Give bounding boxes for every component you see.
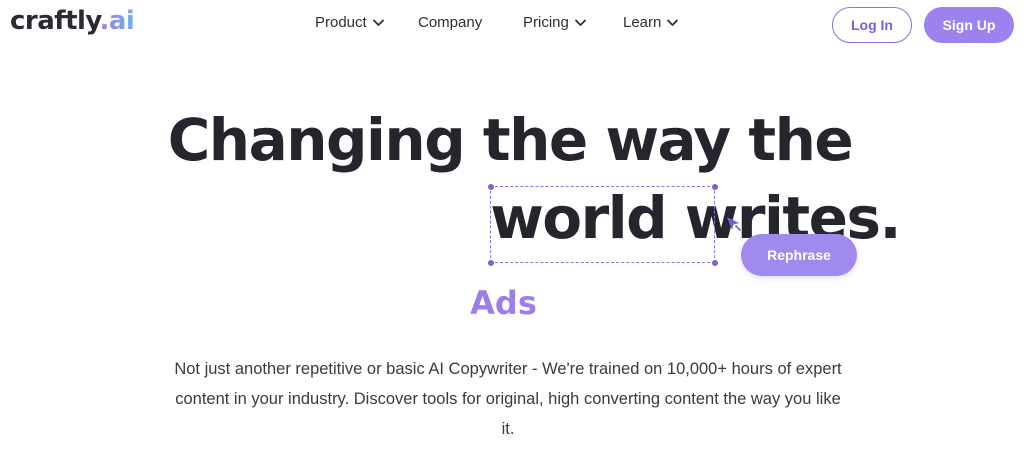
signup-button[interactable]: Sign Up bbox=[924, 7, 1014, 43]
nav-item-label: Product bbox=[315, 14, 367, 31]
nav-item-learn[interactable]: Learn bbox=[623, 14, 679, 31]
nav-item-company[interactable]: Company bbox=[418, 14, 482, 31]
selection-handle bbox=[487, 259, 494, 266]
selection-handle bbox=[711, 259, 718, 266]
chevron-down-icon bbox=[667, 19, 679, 26]
selection-handle bbox=[487, 183, 494, 190]
selection-handle bbox=[711, 183, 718, 190]
nav-item-pricing[interactable]: Pricing bbox=[523, 14, 586, 31]
hero-description: Not just another repetitive or basic AI … bbox=[174, 360, 842, 438]
text-selection-box bbox=[487, 183, 718, 266]
chevron-down-icon bbox=[574, 19, 586, 26]
nav-item-label: Pricing bbox=[523, 14, 569, 31]
pointer-arrow-icon bbox=[727, 217, 741, 231]
login-button[interactable]: Log In bbox=[832, 7, 912, 43]
nav-item-label: Company bbox=[418, 14, 483, 31]
nav-item-product[interactable]: Product bbox=[315, 14, 384, 31]
nav-item-label: Learn bbox=[623, 14, 662, 31]
rotating-word: Ads bbox=[470, 284, 537, 322]
rephrase-button[interactable]: Rephrase bbox=[741, 234, 857, 276]
hero-heading-line-1: Changing the way the bbox=[167, 106, 854, 174]
chevron-down-icon bbox=[372, 19, 384, 26]
